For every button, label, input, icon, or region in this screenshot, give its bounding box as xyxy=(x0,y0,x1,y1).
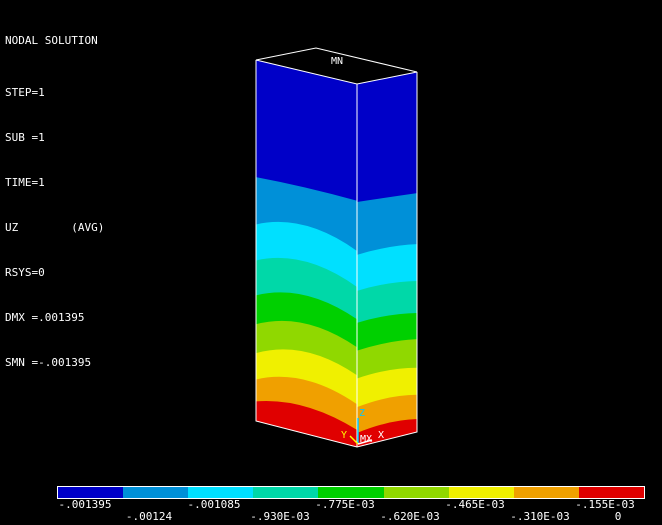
legend-label: 0 xyxy=(614,510,622,523)
legend-swatch xyxy=(58,487,124,498)
legend-label: -.775E-03 xyxy=(315,498,375,511)
triad-y-label: Y xyxy=(341,430,347,441)
legend-label: -.001395 xyxy=(58,498,112,511)
legend-label: -.155E-03 xyxy=(575,498,635,511)
legend-swatch xyxy=(123,487,189,498)
triad-z-label: Z xyxy=(359,408,365,419)
legend-swatch xyxy=(448,487,514,498)
legend-swatch xyxy=(253,487,319,498)
legend-label: -.001085 xyxy=(187,498,241,511)
legend-label: -.310E-03 xyxy=(510,510,570,523)
legend-swatch xyxy=(383,487,449,498)
triad-x-label: X xyxy=(378,430,384,441)
legend-label: -.620E-03 xyxy=(380,510,440,523)
min-label: MN xyxy=(331,56,343,67)
contour-model[interactable]: MN MX Z Y X xyxy=(0,0,662,480)
legend-swatch xyxy=(188,487,254,498)
legend-swatch xyxy=(513,487,579,498)
legend-label: -.930E-03 xyxy=(250,510,310,523)
legend-label: -.00124 xyxy=(125,510,173,523)
legend-swatch xyxy=(578,487,644,498)
legend-swatch xyxy=(318,487,384,498)
right-face-contours xyxy=(357,72,417,447)
legend-label: -.465E-03 xyxy=(445,498,505,511)
left-face-contours xyxy=(256,60,357,447)
graphics-viewport[interactable]: NODAL SOLUTION STEP=1 SUB =1 TIME=1 UZ (… xyxy=(0,0,662,525)
